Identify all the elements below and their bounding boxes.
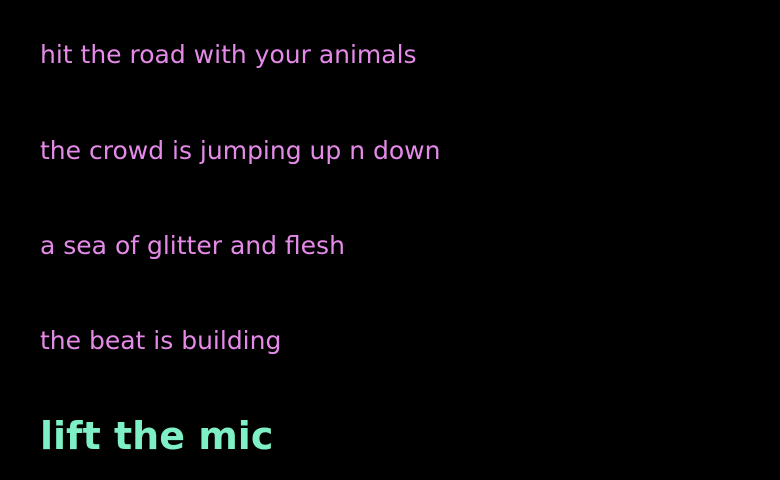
lyric-line-3: a sea of glitter and flesh	[40, 231, 345, 260]
lyric-line-2: the crowd is jumping up n down	[40, 136, 441, 165]
lift-the-mic-link[interactable]: lift the mic	[40, 417, 273, 455]
lyric-line-1: hit the road with your animals	[40, 40, 417, 69]
lyric-line-4: the beat is building	[40, 326, 282, 355]
